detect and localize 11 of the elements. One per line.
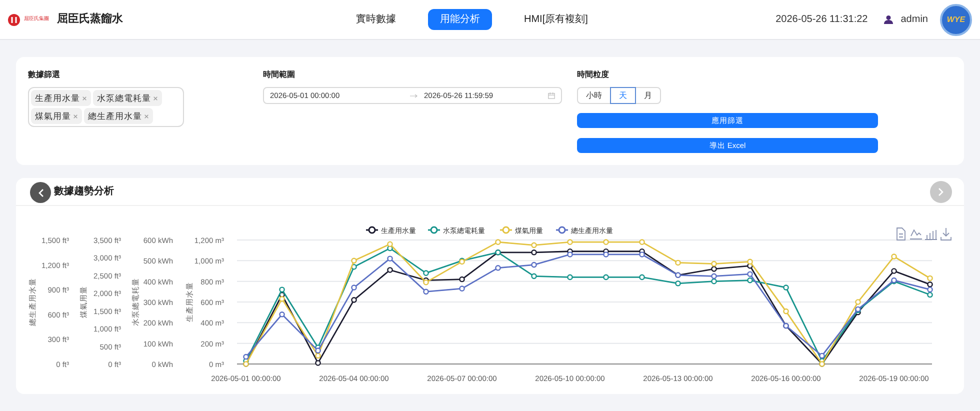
field-label: 時間粒度	[577, 69, 610, 81]
card-title: 數據趨勢分析	[54, 184, 114, 199]
username: admin	[900, 13, 928, 27]
tag-label: 水泵總電耗量	[97, 92, 151, 104]
datetime-text: 2026-05-26 11:31:22	[776, 13, 868, 27]
field-label: 數據篩選	[28, 69, 61, 81]
brand-title: 屈臣氏蒸餾水	[57, 12, 123, 28]
tag-label: 煤氣用量	[35, 110, 71, 122]
tag-label: 生產用水量	[35, 92, 80, 104]
tag-label: 總生產用水量	[88, 110, 142, 122]
field-label: 時間範圍	[263, 69, 296, 81]
